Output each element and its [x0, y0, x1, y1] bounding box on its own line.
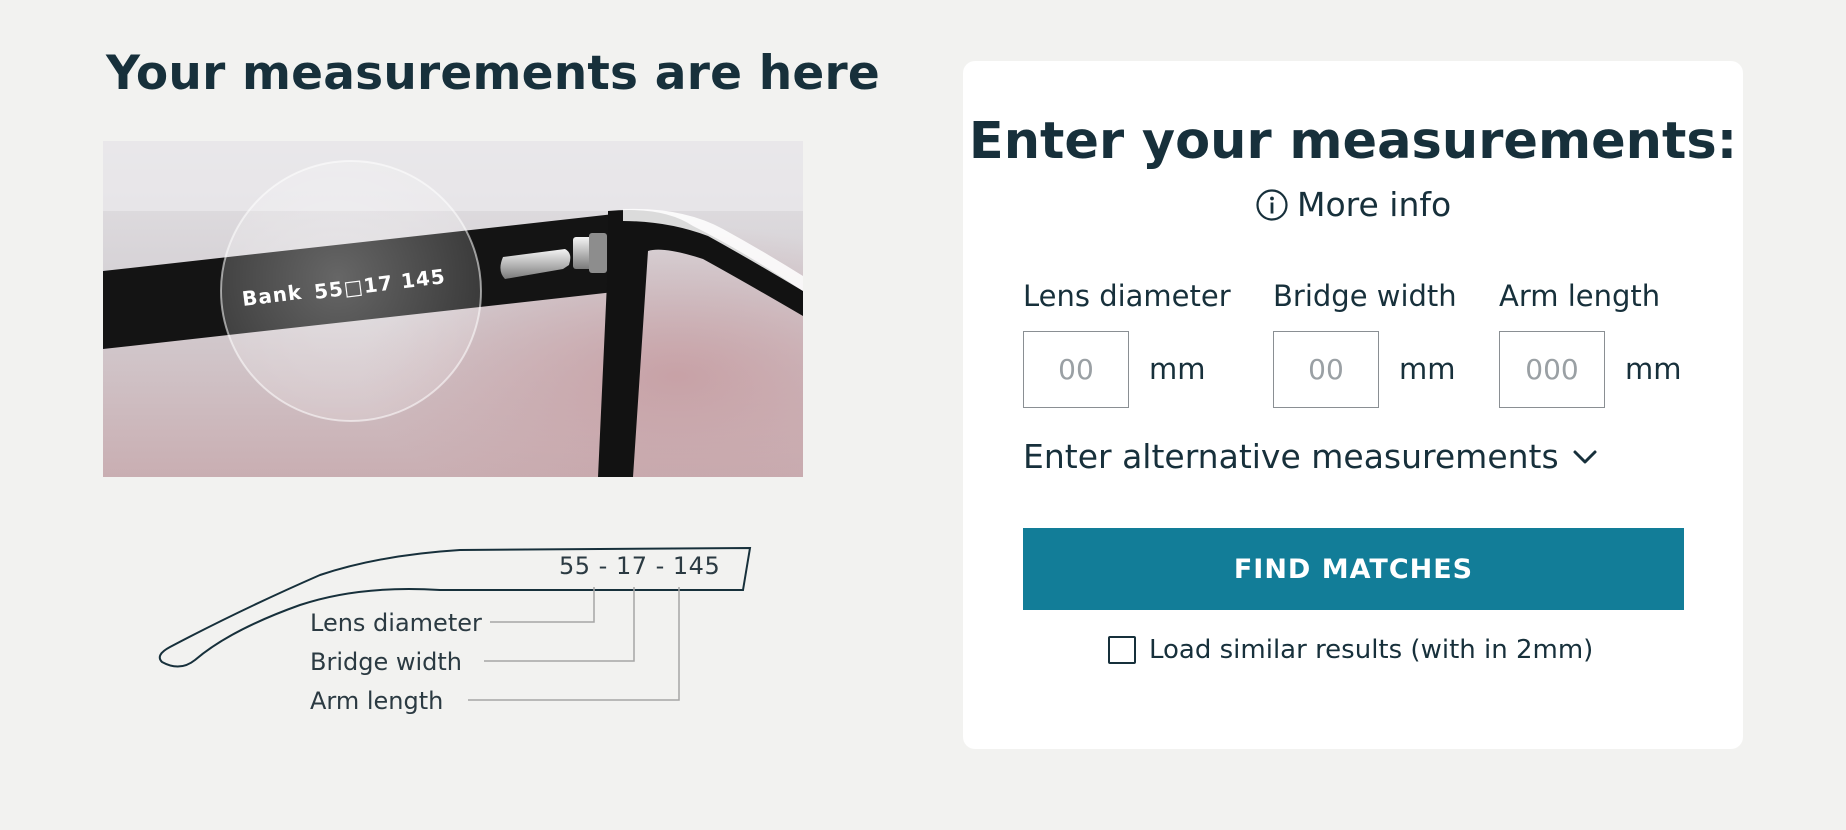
measurements-location-heading: Your measurements are here — [106, 46, 880, 101]
diagram-label-bridge-width: Bridge width — [310, 648, 463, 676]
similar-results-checkbox[interactable] — [1108, 636, 1136, 664]
lens-diameter-label: Lens diameter — [1023, 279, 1231, 313]
more-info-label: More info — [1297, 185, 1452, 224]
arm-length-field: Arm length mm — [1499, 279, 1682, 408]
measurement-form-card: Enter your measurements: More info Lens … — [963, 61, 1743, 749]
similar-results-label: Load similar results (with in 2mm) — [1149, 635, 1594, 665]
chevron-down-icon — [1569, 441, 1601, 473]
lens-diameter-field: Lens diameter mm — [1023, 279, 1231, 408]
alternative-measurements-toggle[interactable]: Enter alternative measurements — [1023, 437, 1601, 476]
info-circle-icon — [1255, 188, 1289, 222]
bridge-width-input[interactable] — [1273, 330, 1379, 408]
diagram-label-lens-diameter: Lens diameter — [310, 609, 482, 637]
bridge-width-label: Bridge width — [1273, 279, 1457, 313]
diagram-label-arm-length: Arm length — [310, 687, 444, 715]
alternative-measurements-label: Enter alternative measurements — [1023, 437, 1559, 476]
bridge-width-field: Bridge width mm — [1273, 279, 1457, 408]
bridge-width-unit: mm — [1399, 352, 1456, 387]
arm-length-unit: mm — [1625, 352, 1682, 387]
arm-length-input[interactable] — [1499, 330, 1605, 408]
diagram-size-code: 55 - 17 - 145 — [559, 552, 721, 580]
lens-diameter-unit: mm — [1149, 352, 1206, 387]
arm-length-label: Arm length — [1499, 279, 1661, 313]
lens-diameter-input[interactable] — [1023, 330, 1129, 408]
glasses-temple-photo: Bank 55□17 145 — [103, 141, 803, 477]
find-matches-button[interactable]: FIND MATCHES — [1023, 528, 1684, 610]
temple-arm-diagram: 55 - 17 - 145 Lens diameter Bridge width… — [150, 535, 770, 735]
form-title: Enter your measurements: — [968, 112, 1738, 171]
more-info-link[interactable]: More info — [1255, 185, 1451, 224]
similar-results-option: Load similar results (with in 2mm) — [1108, 635, 1593, 665]
